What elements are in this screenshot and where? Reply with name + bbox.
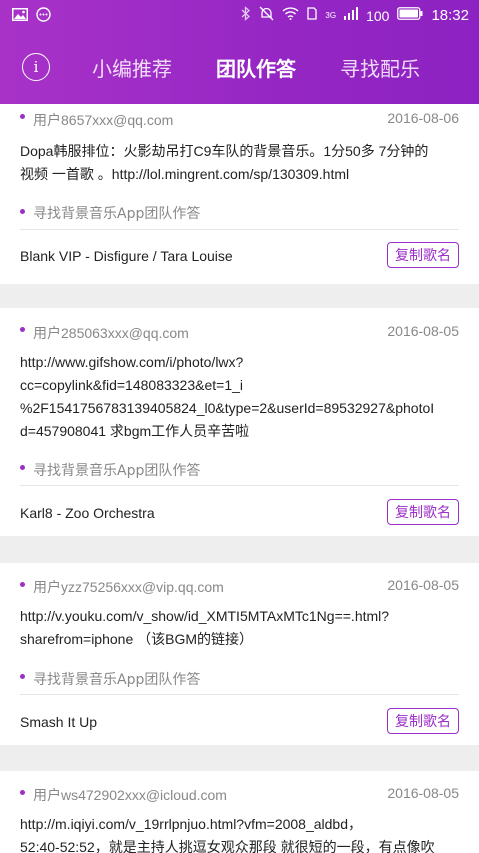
question-line: 52:40-52:52，就是主持人挑逗女观众那段 就很短的一段，有点像吹 bbox=[20, 839, 435, 853]
bluetooth-icon bbox=[241, 6, 251, 25]
answer-card: 用户yzz75256xxx@vip.qq.com 2016-08-05 http… bbox=[0, 563, 479, 745]
wifi-icon bbox=[282, 7, 299, 24]
bullet-icon bbox=[20, 790, 25, 795]
song-title: Karl8 - Zoo Orchestra bbox=[20, 505, 155, 521]
copy-song-button[interactable]: 复制歌名 bbox=[387, 708, 459, 734]
divider bbox=[20, 694, 459, 695]
question-text: http://www.gifshow.com/i/photo/lwx? cc=c… bbox=[20, 351, 460, 443]
signal-icon bbox=[344, 7, 359, 24]
question-line: sharefrom=iphone （该BGM的链接） bbox=[20, 631, 254, 647]
answer-source: 寻找背景音乐App团队作答 bbox=[33, 463, 201, 479]
song-title: Blank VIP - Disfigure / Tara Louise bbox=[20, 248, 233, 264]
post-date: 2016-08-05 bbox=[387, 785, 459, 801]
user-name: 用户ws472902xxx@icloud.com bbox=[33, 787, 227, 803]
question-line: cc=copylink&fid=148083323&et=1_i bbox=[20, 377, 244, 393]
mute-icon bbox=[259, 6, 274, 25]
question-line: %2F1541756783139405824_l0&type=2&userId=… bbox=[20, 400, 435, 416]
question-line: http://v.youku.com/v_show/id_XMTI5MTAxMT… bbox=[20, 608, 390, 624]
bullet-icon bbox=[20, 674, 25, 679]
bullet-icon bbox=[20, 209, 25, 214]
answer-card: 用户8657xxx@qq.com 2016-08-06 Dopa韩服排位：火影劫… bbox=[0, 104, 479, 284]
question-line: http://www.gifshow.com/i/photo/lwx? bbox=[20, 354, 244, 370]
answer-card: 用户ws472902xxx@icloud.com 2016-08-05 http… bbox=[0, 771, 479, 853]
copy-song-button[interactable]: 复制歌名 bbox=[387, 499, 459, 525]
question-line: http://m.iqiyi.com/v_19rrlpnjuo.html?vfm… bbox=[20, 816, 363, 832]
post-date: 2016-08-05 bbox=[387, 577, 459, 593]
battery-level: 100 bbox=[366, 7, 390, 24]
question-text: Dopa韩服排位：火影劫吊打C9车队的背景音乐。1分50多 7分钟的 视频 一首… bbox=[20, 140, 460, 186]
tab-team-answers[interactable]: 团队作答 bbox=[216, 53, 296, 82]
image-icon bbox=[12, 8, 28, 25]
info-button[interactable]: i bbox=[22, 53, 50, 81]
chat-icon bbox=[36, 7, 51, 26]
user-name: 用户8657xxx@qq.com bbox=[33, 112, 174, 128]
bullet-icon bbox=[20, 465, 25, 470]
user-name: 用户285063xxx@qq.com bbox=[33, 325, 189, 341]
question-line: 视频 一首歌 。http://lol.mingrent.com/sp/13030… bbox=[20, 166, 350, 182]
network-type: 3G bbox=[325, 11, 337, 20]
divider bbox=[20, 485, 459, 486]
post-date: 2016-08-06 bbox=[387, 110, 459, 126]
question-text: http://v.youku.com/v_show/id_XMTI5MTAxMT… bbox=[20, 605, 460, 651]
sim-icon bbox=[307, 7, 318, 24]
app-header: 3G 100 18:32 i 小编推荐 团队作答 寻找配乐 bbox=[0, 0, 479, 104]
answer-source: 寻找背景音乐App团队作答 bbox=[33, 206, 201, 222]
divider bbox=[20, 229, 459, 230]
question-text: http://m.iqiyi.com/v_19rrlpnjuo.html?vfm… bbox=[20, 813, 460, 853]
bullet-icon bbox=[20, 114, 25, 119]
answer-source: 寻找背景音乐App团队作答 bbox=[33, 672, 201, 688]
question-line: Dopa韩服排位：火影劫吊打C9车队的背景音乐。1分50多 7分钟的 bbox=[20, 143, 429, 159]
bullet-icon bbox=[20, 327, 25, 332]
answer-card: 用户285063xxx@qq.com 2016-08-05 http://www… bbox=[0, 308, 479, 536]
tab-find-music[interactable]: 寻找配乐 bbox=[340, 53, 420, 82]
top-nav: i 小编推荐 团队作答 寻找配乐 bbox=[0, 40, 479, 96]
question-line: d=457908041 求bgm工作人员辛苦啦 bbox=[20, 423, 250, 439]
copy-song-button[interactable]: 复制歌名 bbox=[387, 242, 459, 268]
tab-editor-picks[interactable]: 小编推荐 bbox=[92, 53, 172, 82]
user-name: 用户yzz75256xxx@vip.qq.com bbox=[33, 579, 224, 595]
bullet-icon bbox=[20, 582, 25, 587]
song-title: Smash It Up bbox=[20, 714, 98, 730]
post-date: 2016-08-05 bbox=[387, 323, 459, 339]
battery-icon bbox=[397, 7, 423, 24]
clock: 18:32 bbox=[431, 7, 469, 24]
status-bar: 3G 100 18:32 bbox=[0, 0, 479, 32]
